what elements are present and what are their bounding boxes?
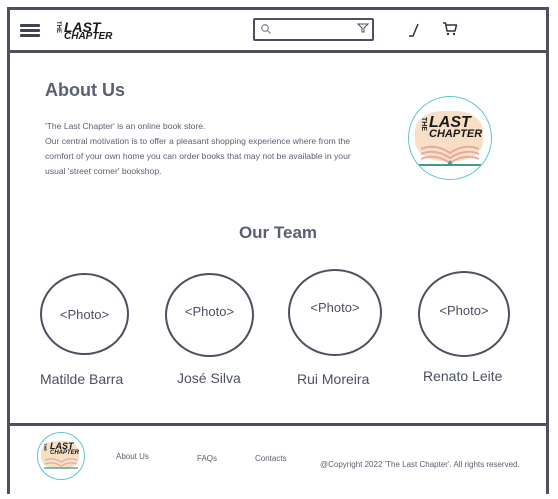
logo[interactable]: THE LAST CHAPTER <box>54 20 124 44</box>
member-name: Rui Moreira <box>297 371 370 387</box>
about-line: comfort of your own home you can order b… <box>45 151 351 161</box>
logo-chapter: CHAPTER <box>429 128 483 140</box>
member-photo: <Photo> <box>288 269 382 356</box>
about-title: About Us <box>45 80 125 100</box>
photo-placeholder: <Photo> <box>439 302 489 318</box>
menu-icon[interactable] <box>20 24 40 38</box>
logo-the: THE <box>420 117 427 131</box>
about-line: usual 'street corner' bookshop. <box>45 166 162 176</box>
about-text: 'The Last Chapter' is an online book sto… <box>45 119 380 179</box>
search-input[interactable] <box>253 18 374 41</box>
member-name: José Silva <box>177 370 241 386</box>
about-line: 'The Last Chapter' is an online book sto… <box>45 121 206 131</box>
footer-link-contacts[interactable]: Contacts <box>255 454 287 463</box>
header: THE LAST CHAPTER <box>10 10 546 53</box>
team-title: Our Team <box>238 223 318 242</box>
member-photo: <Photo> <box>40 273 129 355</box>
cart-icon[interactable] <box>442 22 458 36</box>
member-photo: <Photo> <box>165 273 254 357</box>
user-icon[interactable] <box>407 22 421 38</box>
copyright-text: @Copyright 2022 'The Last Chapter'. All … <box>320 460 520 469</box>
logo-the: THE <box>55 21 61 33</box>
photo-placeholder: <Photo> <box>184 303 235 319</box>
member-name: Renato Leite <box>423 368 503 384</box>
book-icon <box>44 458 78 469</box>
filter-icon[interactable] <box>357 23 369 33</box>
member-name: Matilde Barra <box>40 371 124 387</box>
logo-the: THE <box>43 443 48 451</box>
logo-chapter: CHAPTER <box>64 31 113 42</box>
member-photo: <Photo> <box>418 271 510 357</box>
photo-placeholder: <Photo> <box>310 300 360 315</box>
search-icon <box>261 24 271 34</box>
about-logo: THE LAST CHAPTER <box>408 96 492 180</box>
footer: THE LAST CHAPTER About Us FAQs Contacts … <box>10 423 546 494</box>
footer-link-about[interactable]: About Us <box>116 452 149 461</box>
footer-logo[interactable]: THE LAST CHAPTER <box>37 432 85 480</box>
footer-link-faqs[interactable]: FAQs <box>197 454 217 463</box>
book-icon <box>419 145 481 166</box>
page-frame: THE LAST CHAPTER About Us 'The Last Chap… <box>7 7 549 494</box>
photo-placeholder: <Photo> <box>59 306 110 322</box>
about-line: Our central motivation is to offer a ple… <box>45 136 351 146</box>
